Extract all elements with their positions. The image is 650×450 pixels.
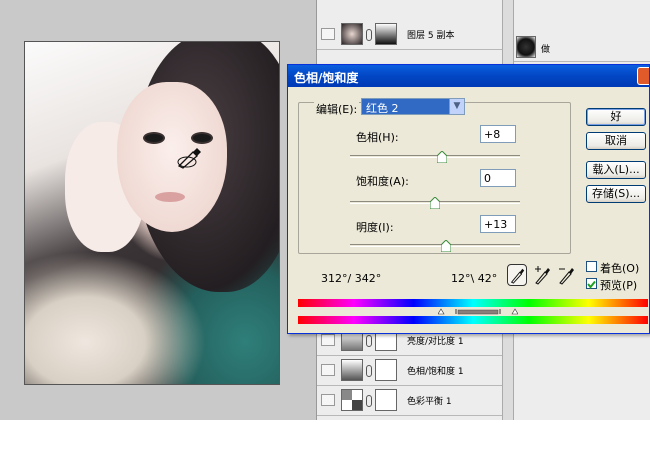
lightness-slider-track[interactable] — [350, 244, 520, 247]
hue-saturation-dialog: 色相/饱和度 编辑(E): 红色 2 ▼ 色相(H): +8 饱和度(A): 0… — [287, 64, 650, 334]
range-readout-left: 312°/ 342° — [321, 272, 382, 285]
photo-eye-left — [143, 132, 165, 144]
lightness-slider-thumb[interactable] — [441, 240, 451, 252]
photo-canvas[interactable] — [24, 41, 280, 385]
layer-name: 亮度/对比度 1 — [407, 337, 464, 347]
layer-row-hue[interactable]: 色相/饱和度 1 — [317, 356, 502, 386]
lightness-label: 明度(I): — [356, 221, 394, 234]
chain-icon[interactable] — [366, 395, 372, 407]
eye-icon[interactable] — [321, 334, 335, 346]
layer-name: 做 — [541, 45, 551, 55]
saturation-label: 饱和度(A): — [356, 175, 409, 188]
edit-select-value: 红色 2 — [366, 102, 399, 115]
layer-name: 图层 5 副本 — [407, 31, 455, 41]
layer-thumbnail — [341, 23, 363, 45]
visibility-toggle[interactable] — [321, 28, 335, 40]
lightness-input[interactable]: +13 — [480, 215, 516, 233]
range-readout-right: 12°\ 42° — [451, 272, 498, 285]
eyedropper-minus-icon[interactable] — [556, 264, 576, 286]
edit-label: 编辑(E): — [314, 101, 360, 117]
hue-slider-track[interactable] — [350, 155, 520, 158]
checkmark-icon — [587, 280, 596, 289]
chevron-down-icon[interactable]: ▼ — [449, 99, 464, 114]
canvas-workspace — [0, 0, 316, 420]
dialog-titlebar[interactable]: 色相/饱和度 — [288, 65, 649, 87]
layer-row-balance[interactable]: 色彩平衡 1 — [317, 386, 502, 416]
side-layer-row[interactable]: 做 — [514, 34, 650, 62]
eyedropper-icon[interactable] — [507, 264, 527, 286]
chain-icon[interactable] — [366, 29, 372, 41]
eyedropper-plus-icon[interactable] — [532, 264, 552, 286]
colorize-checkbox[interactable] — [586, 261, 597, 272]
preview-checkbox[interactable] — [586, 278, 597, 289]
saturation-slider-thumb[interactable] — [430, 197, 440, 209]
adjustment-thumbnail — [341, 359, 363, 381]
preview-label: 预览(P) — [600, 279, 638, 292]
eyedropper-cursor-icon — [177, 148, 201, 169]
layer-thumbnail — [516, 36, 536, 58]
adjustment-thumbnail — [341, 389, 363, 411]
layer-mask-thumbnail — [375, 23, 397, 45]
ok-button[interactable]: 好 — [586, 108, 646, 126]
dialog-title: 色相/饱和度 — [294, 71, 359, 85]
adjust-group — [298, 102, 571, 254]
color-bar-result — [298, 316, 648, 324]
photo-lips — [155, 192, 185, 202]
layer-name: 色彩平衡 1 — [407, 397, 452, 407]
photo-face — [117, 82, 227, 232]
layer-mask-thumbnail — [375, 359, 397, 381]
eye-icon[interactable] — [321, 364, 335, 376]
cancel-button[interactable]: 取消 — [586, 132, 646, 150]
hue-input[interactable]: +8 — [480, 125, 516, 143]
load-button[interactable]: 载入(L)... — [586, 161, 646, 179]
hue-slider-thumb[interactable] — [437, 151, 447, 163]
color-bar-source — [298, 299, 648, 307]
edit-select[interactable]: 红色 2 ▼ — [361, 98, 465, 115]
layer-name: 色相/饱和度 1 — [407, 367, 464, 377]
save-button[interactable]: 存储(S)... — [586, 185, 646, 203]
close-icon[interactable] — [637, 67, 649, 85]
range-slider[interactable] — [438, 308, 518, 315]
chain-icon[interactable] — [366, 335, 372, 347]
photo-eye-right — [191, 132, 213, 144]
layer-row-top[interactable]: 图层 5 副本 — [317, 20, 502, 50]
saturation-input[interactable]: 0 — [480, 169, 516, 187]
chain-icon[interactable] — [366, 365, 372, 377]
colorize-label: 着色(O) — [600, 262, 640, 275]
layer-mask-thumbnail — [375, 389, 397, 411]
eye-icon[interactable] — [321, 394, 335, 406]
hue-label: 色相(H): — [356, 131, 399, 144]
